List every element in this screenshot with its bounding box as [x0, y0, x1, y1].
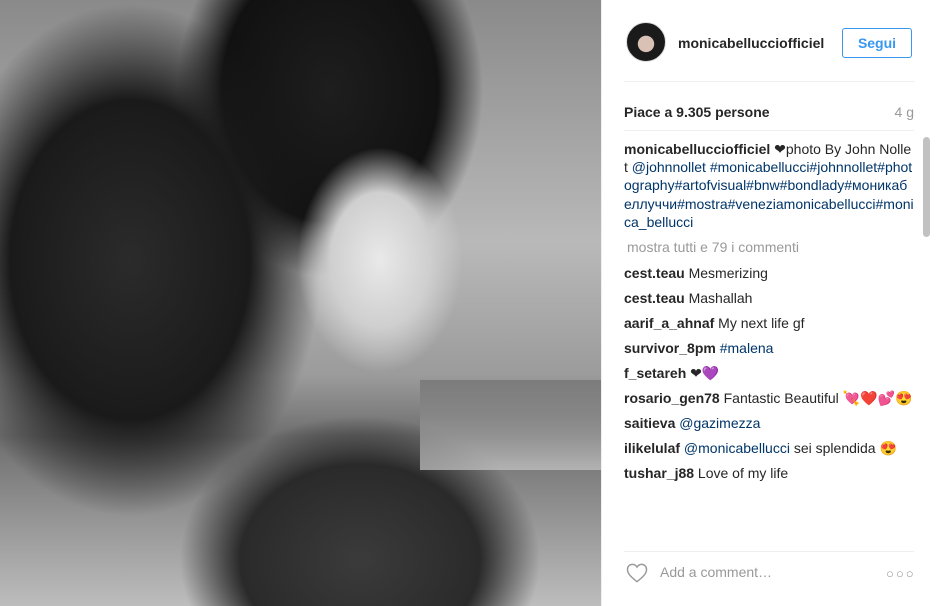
comment-text: My next life gf — [714, 315, 805, 332]
comment-text: Mesmerizing — [684, 265, 768, 282]
caption-mention[interactable]: @johnnollet — [632, 159, 706, 175]
comment-username[interactable]: f_setareh — [624, 365, 686, 381]
header-divider — [624, 81, 914, 82]
comment-username[interactable]: ilikelulaf — [624, 440, 680, 456]
comment-username[interactable]: survivor_8pm — [624, 340, 716, 356]
add-comment-input[interactable] — [660, 561, 870, 583]
avatar[interactable] — [626, 22, 666, 62]
likes-row: Piace a 9.305 persone 4 g — [624, 104, 914, 124]
comment-item: aarif_a_ahnaf My next life gf — [624, 314, 914, 332]
comment-item: cest.teau Mashallah — [624, 289, 914, 307]
comment-username[interactable]: cest.teau — [624, 290, 685, 306]
heart-icon[interactable] — [626, 563, 648, 583]
comment-text: Fantastic Beautiful 💘❤️💕😍 — [719, 390, 913, 407]
caption: monicabellucciofficiel ❤photo By John No… — [624, 140, 914, 231]
comment-username[interactable]: rosario_gen78 — [624, 390, 720, 406]
comment-username[interactable]: tushar_j88 — [624, 465, 694, 481]
post-photo[interactable] — [0, 0, 601, 606]
follow-button[interactable]: Segui — [842, 28, 912, 58]
comment-item: ilikelulaf @monicabellucci sei splendida… — [624, 439, 914, 457]
comments-scrollbar[interactable] — [923, 137, 931, 537]
comment-text: ❤💜 — [686, 365, 720, 382]
comment-item: f_setareh ❤💜 — [624, 364, 914, 382]
post-sidebar: monicabellucciofficiel Segui Piace a 9.3… — [601, 0, 938, 606]
more-options-icon[interactable]: ○○○ — [886, 566, 916, 581]
likes-divider — [624, 130, 914, 131]
comment-mention[interactable]: @gazimezza — [679, 415, 760, 431]
post-username[interactable]: monicabellucciofficiel — [678, 35, 824, 51]
comment-item: survivor_8pm #malena — [624, 339, 914, 357]
scrollbar-thumb[interactable] — [923, 137, 930, 237]
comment-item: rosario_gen78 Fantastic Beautiful 💘❤️💕😍 — [624, 389, 914, 407]
comment-text: sei splendida 😍 — [789, 440, 897, 457]
photo-sea-area — [420, 380, 601, 470]
comment-list: monicabellucciofficiel ❤photo By John No… — [624, 140, 914, 540]
comment-username[interactable]: saitieva — [624, 415, 675, 431]
comment-username[interactable]: aarif_a_ahnaf — [624, 315, 714, 331]
view-all-comments-link[interactable]: mostra tutti e 79 i commenti — [627, 239, 914, 255]
comment-text: Love of my life — [694, 465, 789, 482]
post-header: monicabellucciofficiel Segui — [602, 0, 938, 82]
footer-divider — [624, 551, 914, 552]
comment-item: tushar_j88 Love of my life — [624, 464, 914, 482]
comment-text: Mashallah — [684, 290, 753, 307]
comment-username[interactable]: cest.teau — [624, 265, 685, 281]
comment-hashtag[interactable]: #malena — [720, 340, 774, 356]
caption-username[interactable]: monicabellucciofficiel — [624, 141, 770, 157]
comment-mention[interactable]: @monicabellucci — [684, 440, 790, 456]
likes-count[interactable]: Piace a 9.305 persone — [624, 104, 770, 120]
post-age[interactable]: 4 g — [895, 104, 914, 120]
comment-item: cest.teau Mesmerizing — [624, 264, 914, 282]
comment-item: saitieva @gazimezza — [624, 414, 914, 432]
